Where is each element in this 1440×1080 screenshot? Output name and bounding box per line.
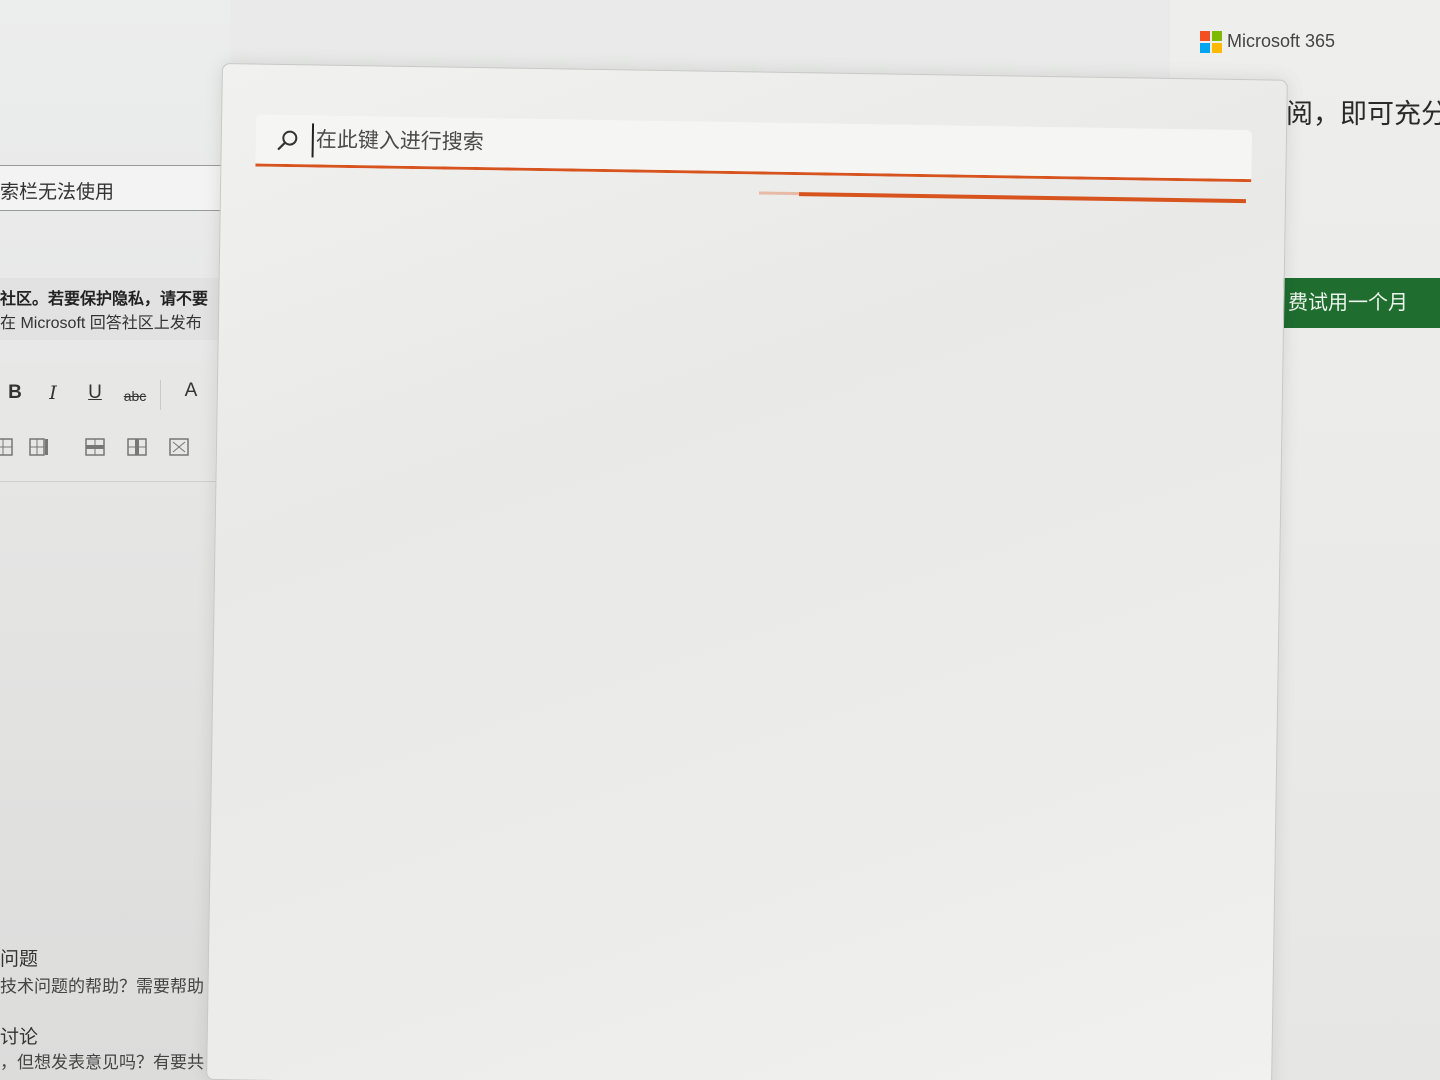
microsoft-365-brand: Microsoft 365 <box>1227 31 1336 51</box>
strikethrough-button[interactable]: abc <box>120 388 150 404</box>
section-ask-question-text: 技术问题的帮助？需要帮助 <box>0 977 204 996</box>
loading-progress-bar <box>759 191 1285 204</box>
table-delete-icon[interactable] <box>168 436 190 458</box>
editor-toolbar: B I U abc A <box>0 362 222 482</box>
section-ask-question-heading[interactable]: 问题 <box>0 944 38 971</box>
section-discussion-heading[interactable]: 讨论 <box>0 1022 38 1049</box>
table-add-column-icon[interactable] <box>28 436 50 458</box>
search-results-area <box>207 214 1286 1080</box>
privacy-notice-text: 在 Microsoft 回答社区上发布 <box>0 315 202 332</box>
search-box[interactable] <box>255 114 1253 183</box>
microsoft-logo-icon <box>1200 31 1222 53</box>
question-title-value: 索栏无法使用 <box>0 182 115 203</box>
italic-button[interactable]: I <box>38 382 68 404</box>
loading-progress-fill <box>798 192 1246 204</box>
promo-headline: 阅，即可充分 <box>1286 99 1440 129</box>
background-question-form: 索栏无法使用 社区。若要保护隐私，请不要 在 Microsoft 回答社区上发布… <box>0 0 230 1080</box>
loading-progress-ghost <box>759 191 800 196</box>
privacy-notice-bold: 社区。若要保护隐私，请不要 <box>0 291 209 308</box>
table-delete-row-icon[interactable] <box>84 436 106 458</box>
search-icon <box>276 128 300 152</box>
search-input[interactable] <box>311 123 1232 172</box>
free-trial-button[interactable]: 费试用一个月 <box>1282 278 1440 328</box>
font-color-button[interactable]: A <box>176 380 206 402</box>
section-discussion-text: ，但想发表意见吗？有要共 <box>0 1053 204 1072</box>
table-delete-column-icon[interactable] <box>126 436 148 458</box>
desktop-screen: 索栏无法使用 社区。若要保护隐私，请不要 在 Microsoft 回答社区上发布… <box>0 0 1440 1080</box>
bold-button[interactable]: B <box>0 382 30 404</box>
question-title-field[interactable]: 索栏无法使用 <box>0 165 222 211</box>
table-insert-column-icon[interactable] <box>0 436 14 458</box>
search-flyout <box>206 63 1288 1080</box>
toolbar-divider <box>160 380 161 410</box>
underline-button[interactable]: U <box>80 382 110 404</box>
